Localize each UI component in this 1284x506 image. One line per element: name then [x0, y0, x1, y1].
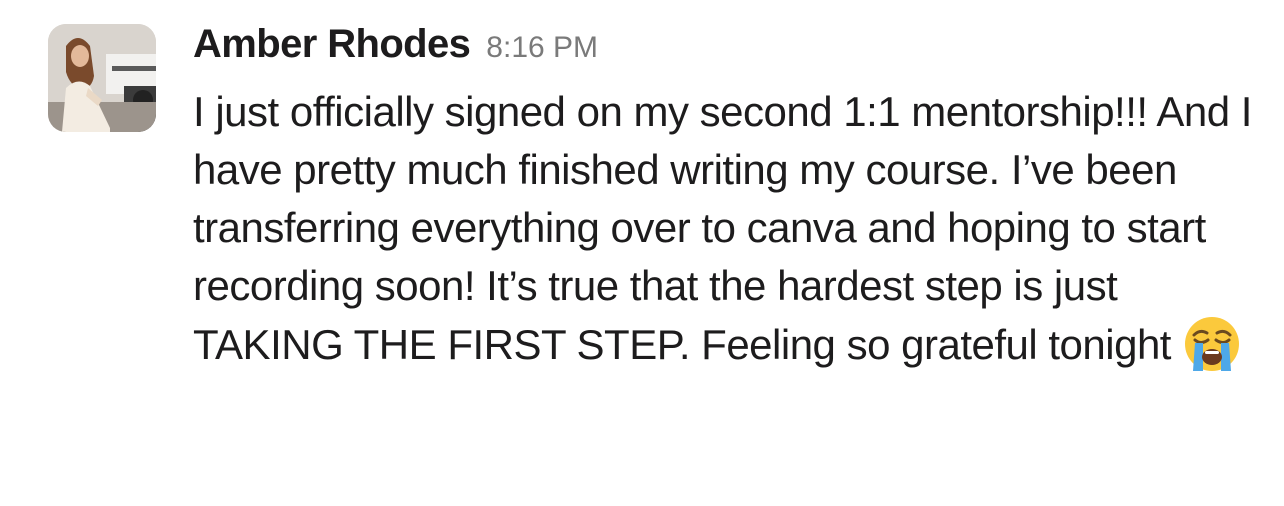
chat-message: Amber Rhodes 8:16 PM I just officially s… [48, 22, 1252, 502]
message-content: Amber Rhodes 8:16 PM I just officially s… [193, 22, 1253, 374]
message-timestamp[interactable]: 8:16 PM [486, 31, 598, 65]
loudly-crying-face-icon [1183, 315, 1241, 373]
message-text: I just officially signed on my second 1:… [193, 88, 1252, 368]
message-body: I just officially signed on my second 1:… [193, 83, 1253, 374]
user-photo-icon [48, 24, 156, 132]
message-header: Amber Rhodes 8:16 PM [193, 22, 1253, 78]
sender-name[interactable]: Amber Rhodes [193, 22, 471, 67]
avatar[interactable] [48, 24, 156, 132]
